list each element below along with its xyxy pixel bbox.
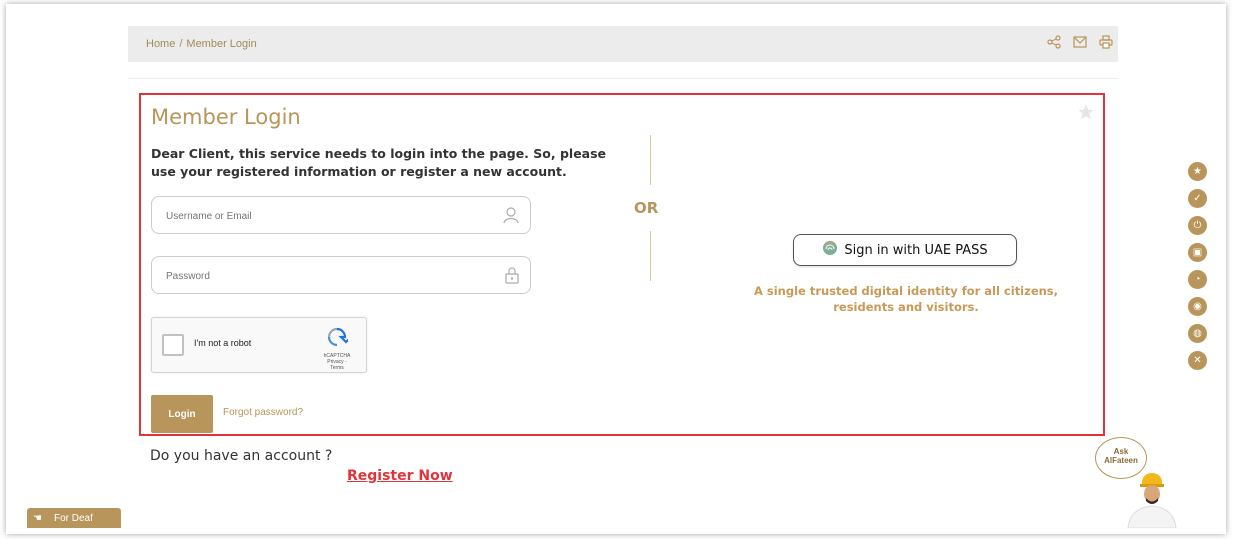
breadcrumb: Home / Member Login xyxy=(146,38,257,50)
for-deaf-button[interactable]: ☚ For Deaf xyxy=(27,508,121,528)
rss-icon[interactable]: ◔ xyxy=(1188,270,1207,289)
page-title: Member Login xyxy=(151,105,301,129)
share-icon[interactable] xyxy=(1046,34,1062,50)
register-now-link[interactable]: Register Now xyxy=(347,468,453,484)
captcha-label: I'm not a robot xyxy=(194,338,252,348)
uae-pass-label: Sign in with UAE PASS xyxy=(844,242,988,258)
captcha-arrows-icon xyxy=(327,327,354,347)
password-input[interactable] xyxy=(164,257,488,295)
breadcrumb-current: Member Login xyxy=(186,38,257,50)
forgot-password-link[interactable]: Forgot password? xyxy=(223,407,303,418)
login-panel: Member Login Dear Client, this service n… xyxy=(139,93,1105,436)
favorite-star-icon[interactable] xyxy=(1077,103,1095,126)
divider-top xyxy=(650,135,651,185)
breadcrumb-bar: Home / Member Login xyxy=(128,26,1118,62)
user-icon xyxy=(502,206,520,229)
tools-icon[interactable]: ✕ xyxy=(1188,351,1207,370)
fingerprint-icon xyxy=(822,240,838,260)
star-icon[interactable]: ★ xyxy=(1188,162,1207,181)
or-label: OR xyxy=(634,199,659,217)
cart-icon[interactable]: ▣ xyxy=(1188,243,1207,262)
for-deaf-label: For Deaf xyxy=(53,512,93,524)
side-toolbar: ★ ✓ ⏻ ▣ ◔ ◉ ◍ ✕ xyxy=(1188,162,1207,370)
login-button[interactable]: Login xyxy=(151,395,213,433)
username-field[interactable] xyxy=(151,196,531,235)
login-description: Dear Client, this service needs to login… xyxy=(151,146,607,179)
check-icon[interactable]: ✓ xyxy=(1188,189,1207,208)
mail-icon[interactable] xyxy=(1072,34,1088,50)
uae-pass-tagline: A single trusted digital identity for al… xyxy=(753,284,1059,314)
print-icon[interactable] xyxy=(1098,34,1114,50)
divider-bottom xyxy=(650,231,651,281)
register-question: Do you have an account ? xyxy=(150,448,333,464)
power-icon[interactable]: ⏻ xyxy=(1188,216,1207,235)
header-actions xyxy=(1046,34,1114,50)
gamepad-icon[interactable]: ◉ xyxy=(1188,297,1207,316)
captcha-logo: hCAPTCHA Privacy - Terms xyxy=(320,326,354,371)
password-field[interactable] xyxy=(151,256,531,295)
username-input[interactable] xyxy=(164,197,488,235)
breadcrumb-home[interactable]: Home xyxy=(146,38,175,50)
uae-pass-button[interactable]: Sign in with UAE PASS xyxy=(793,234,1017,266)
captcha-widget: I'm not a robot hCAPTCHA Privacy - Terms xyxy=(151,317,367,373)
breadcrumb-separator: / xyxy=(179,38,183,50)
assistant-avatar[interactable] xyxy=(1122,468,1182,533)
hand-icon: ☚ xyxy=(33,512,42,524)
captcha-checkbox[interactable] xyxy=(162,334,184,356)
chat-icon[interactable]: ◍ xyxy=(1188,324,1207,343)
lock-icon xyxy=(504,266,520,289)
captcha-links[interactable]: Privacy - Terms xyxy=(320,359,354,371)
